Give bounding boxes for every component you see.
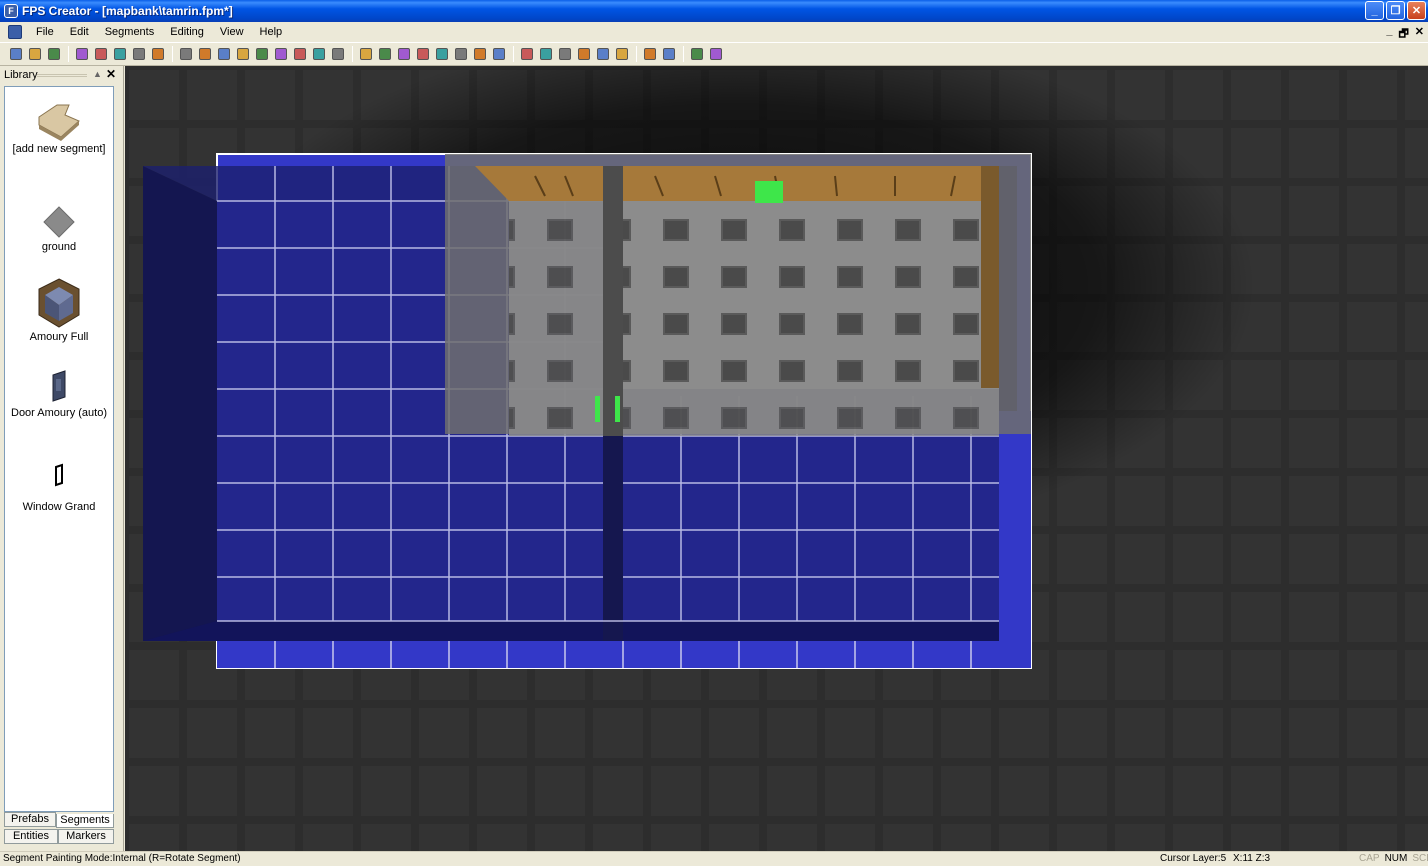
maximize-button[interactable]: ❐ [1386, 1, 1405, 20]
save-icon[interactable] [46, 46, 62, 62]
library-item-label: Window Grand [22, 501, 96, 513]
armoury-full-icon [38, 278, 80, 328]
redo-icon[interactable] [150, 46, 166, 62]
menu-segments[interactable]: Segments [97, 24, 163, 40]
menu-bar: File Edit Segments Editing View Help _ 🗗… [0, 22, 1428, 43]
pin-icon[interactable]: ▲ [93, 69, 102, 79]
toolbar-separator [683, 46, 684, 62]
test-game-icon[interactable] [689, 46, 705, 62]
tab-markers[interactable]: Markers [58, 829, 114, 844]
status-scrl: SCRL [1412, 853, 1428, 864]
paint-brush-1-icon[interactable] [396, 46, 412, 62]
layer-view-icon[interactable] [216, 46, 232, 62]
add-layer-icon[interactable] [178, 46, 194, 62]
pick-tool-icon[interactable] [472, 46, 488, 62]
open-folder-icon[interactable] [27, 46, 43, 62]
player-start-marker[interactable] [755, 181, 783, 203]
tab-prefabs[interactable]: Prefabs [4, 812, 56, 827]
library-item-window-grand[interactable]: Window Grand [5, 463, 113, 513]
menu-editing[interactable]: Editing [162, 24, 212, 40]
menu-file[interactable]: File [28, 24, 62, 40]
rect-tool-icon[interactable] [538, 46, 554, 62]
paste-icon[interactable] [112, 46, 128, 62]
library-item-armoury-full[interactable]: Amoury Full [5, 277, 113, 343]
map-viewport[interactable] [125, 66, 1428, 851]
line-tool-icon[interactable] [519, 46, 535, 62]
toolbar-separator [636, 46, 637, 62]
status-coordinates: X:11 Z:3 [1233, 853, 1271, 864]
document-icon[interactable] [8, 25, 22, 39]
door-marker[interactable] [595, 396, 600, 422]
library-title: Library [4, 69, 38, 81]
status-mode: Segment Painting Mode:Internal (R=Rotate… [3, 853, 241, 864]
paint-segment-icon[interactable] [358, 46, 374, 62]
layer-compare-icon[interactable] [292, 46, 308, 62]
map-view-icon[interactable] [311, 46, 327, 62]
armoury-segment[interactable] [445, 154, 1031, 436]
paint-brush-2-icon[interactable] [415, 46, 431, 62]
toolbar-separator [513, 46, 514, 62]
paint-brush-4-icon[interactable] [453, 46, 469, 62]
ground-segment-icon [43, 206, 75, 238]
flag-icon[interactable] [642, 46, 658, 62]
library-panel: Library ▲ ✕ [add new segment] ground Amo… [0, 66, 124, 851]
library-header[interactable]: Library ▲ ✕ [0, 66, 123, 84]
library-item-label: [add new segment] [12, 143, 106, 155]
door-armoury-icon [52, 370, 66, 402]
library-item-add-segment[interactable]: [add new segment] [5, 97, 113, 155]
add-segment-icon [38, 104, 80, 141]
zoom-icon[interactable] [330, 46, 346, 62]
toolbar-separator [172, 46, 173, 62]
mdi-close-button[interactable]: ✕ [1415, 25, 1424, 44]
flag-all-icon[interactable] [661, 46, 677, 62]
undo-icon[interactable] [131, 46, 147, 62]
build-game-icon[interactable] [708, 46, 724, 62]
toolbar [0, 43, 1428, 66]
paint-brush-3-icon[interactable] [434, 46, 450, 62]
layer-down-icon[interactable] [197, 46, 213, 62]
entity-brush-icon[interactable] [614, 46, 630, 62]
copy-icon[interactable] [93, 46, 109, 62]
title-bar[interactable]: F FPS Creator - [mapbank\tamrin.fpm*] _ … [0, 0, 1428, 22]
toolbar-separator [352, 46, 353, 62]
mdi-restore-button[interactable]: 🗗 [1398, 25, 1408, 44]
library-list[interactable]: [add new segment] ground Amoury Full Doo… [4, 86, 114, 812]
mdi-minimize-button[interactable]: _ [1386, 25, 1392, 44]
library-item-door-armoury[interactable]: Door Amoury (auto) [5, 369, 113, 419]
close-button[interactable]: ✕ [1407, 1, 1426, 20]
pick-entity-icon[interactable] [595, 46, 611, 62]
library-item-label: ground [41, 241, 77, 253]
status-cursor-layer: Cursor Layer:5 [1160, 853, 1227, 864]
library-close-button[interactable]: ✕ [106, 67, 116, 81]
app-logo-icon: F [4, 4, 18, 18]
layer-x-icon[interactable] [235, 46, 251, 62]
tab-segments[interactable]: Segments [56, 814, 114, 828]
library-item-ground[interactable]: ground [5, 205, 113, 253]
minimize-button[interactable]: _ [1365, 1, 1384, 20]
window-title: FPS Creator - [mapbank\tamrin.fpm*] [22, 4, 233, 18]
status-bar: Segment Painting Mode:Internal (R=Rotate… [0, 851, 1428, 866]
menu-view[interactable]: View [212, 24, 252, 40]
panel-grip[interactable] [37, 74, 87, 77]
window-grand-icon [55, 463, 63, 487]
toolbar-separator [68, 46, 69, 62]
fill-tool-icon[interactable] [576, 46, 592, 62]
cut-icon[interactable] [74, 46, 90, 62]
library-item-label: Amoury Full [29, 331, 89, 343]
menu-help[interactable]: Help [252, 24, 291, 40]
new-file-icon[interactable] [8, 46, 24, 62]
tab-entities[interactable]: Entities [4, 829, 58, 844]
circle-tool-icon[interactable] [557, 46, 573, 62]
library-tabs: Prefabs Segments Entities Markers [4, 812, 114, 848]
measure-icon[interactable] [491, 46, 507, 62]
status-num: NUM [1384, 853, 1408, 864]
layer-solo-icon[interactable] [273, 46, 289, 62]
pick-segment-icon[interactable] [377, 46, 393, 62]
status-cap: CAP [1359, 853, 1380, 864]
menu-edit[interactable]: Edit [62, 24, 97, 40]
map-canvas[interactable] [125, 66, 1428, 851]
all-layers-icon[interactable] [254, 46, 270, 62]
library-item-label: Door Amoury (auto) [11, 407, 107, 419]
